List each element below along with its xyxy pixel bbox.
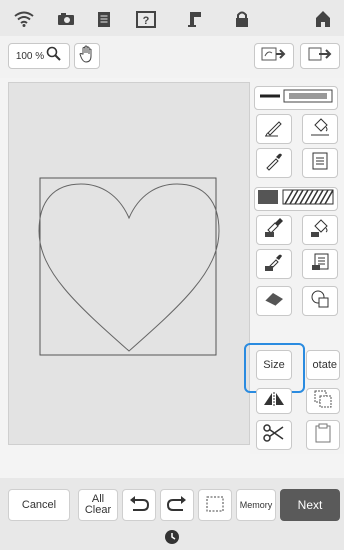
eyedropper-icon — [264, 151, 284, 176]
undo-icon — [128, 495, 150, 515]
cancel-label: Cancel — [21, 499, 57, 511]
bucket-icon — [310, 117, 330, 142]
heart-shape — [38, 183, 220, 352]
help-icon[interactable]: ? — [135, 8, 157, 30]
select-icon — [205, 495, 225, 516]
camera-icon[interactable] — [55, 8, 77, 30]
fill-brush-button[interactable] — [256, 215, 292, 245]
clock-icon[interactable] — [164, 529, 180, 550]
list-fill-icon — [311, 253, 329, 276]
next-label: Next — [297, 498, 323, 512]
select-button[interactable] — [198, 489, 232, 521]
home-icon[interactable] — [312, 8, 334, 30]
next-button[interactable]: Next — [280, 489, 340, 521]
fill-style-button[interactable] — [254, 187, 338, 211]
eraser-icon — [263, 291, 285, 312]
redo-button[interactable] — [160, 489, 194, 521]
hand-icon — [79, 45, 95, 68]
line-style-icon — [258, 89, 334, 108]
fill-list-button[interactable] — [302, 249, 338, 279]
embroidery-icon[interactable] — [184, 8, 206, 30]
document-icon[interactable] — [93, 8, 115, 30]
all-clear-button[interactable]: All Clear — [78, 489, 118, 521]
fill-eyedropper-button[interactable] — [256, 249, 292, 279]
line-list-button[interactable] — [302, 148, 338, 178]
size-highlight — [244, 343, 305, 393]
export-button[interactable] — [300, 43, 340, 69]
flip-icon — [263, 391, 285, 411]
eraser-button[interactable] — [256, 286, 292, 316]
memory-label: Memory — [239, 500, 273, 510]
rotate-button[interactable]: otate — [306, 350, 340, 380]
zoom-label: 100 % — [15, 50, 45, 62]
stamp-icon — [310, 289, 330, 314]
zoom-button[interactable]: 100 % — [8, 43, 70, 69]
export-icon — [307, 46, 333, 67]
eyedropper-fill-icon — [264, 252, 284, 277]
copy-icon — [313, 389, 333, 414]
rotate-label: otate — [312, 359, 337, 371]
paste-icon — [315, 423, 331, 448]
import-icon — [260, 46, 288, 67]
stamp-button[interactable] — [302, 286, 338, 316]
all-clear-label-line2: Clear — [84, 504, 112, 516]
pen-icon — [264, 117, 284, 142]
wifi-icon[interactable] — [13, 8, 35, 30]
brush-icon — [264, 217, 284, 243]
undo-button[interactable] — [122, 489, 156, 521]
fill-bucket-button[interactable] — [302, 215, 338, 245]
fill-pattern-icon — [257, 189, 335, 210]
svg-text:?: ? — [143, 15, 150, 27]
bounding-box — [39, 177, 217, 356]
cancel-button[interactable]: Cancel — [8, 489, 70, 521]
pan-button[interactable] — [74, 43, 100, 69]
status-bar: ? — [0, 0, 344, 36]
memory-button[interactable]: Memory — [236, 489, 276, 521]
scissors-icon — [263, 423, 285, 447]
list-icon — [312, 152, 328, 175]
redo-icon — [166, 495, 188, 515]
line-bucket-button[interactable] — [302, 114, 338, 144]
import-button[interactable] — [254, 43, 294, 69]
line-style-button[interactable] — [254, 86, 338, 110]
cut-button[interactable] — [256, 420, 292, 450]
paste-button[interactable] — [306, 420, 340, 450]
drawing-canvas[interactable] — [8, 82, 250, 445]
line-eyedropper-button[interactable] — [256, 148, 292, 178]
bucket-fill-icon — [310, 218, 330, 243]
zoom-icon — [46, 46, 62, 67]
copy-button[interactable] — [306, 388, 340, 414]
lock-icon[interactable] — [231, 8, 253, 30]
pen-tool-button[interactable] — [256, 114, 292, 144]
flip-button[interactable] — [256, 388, 292, 414]
